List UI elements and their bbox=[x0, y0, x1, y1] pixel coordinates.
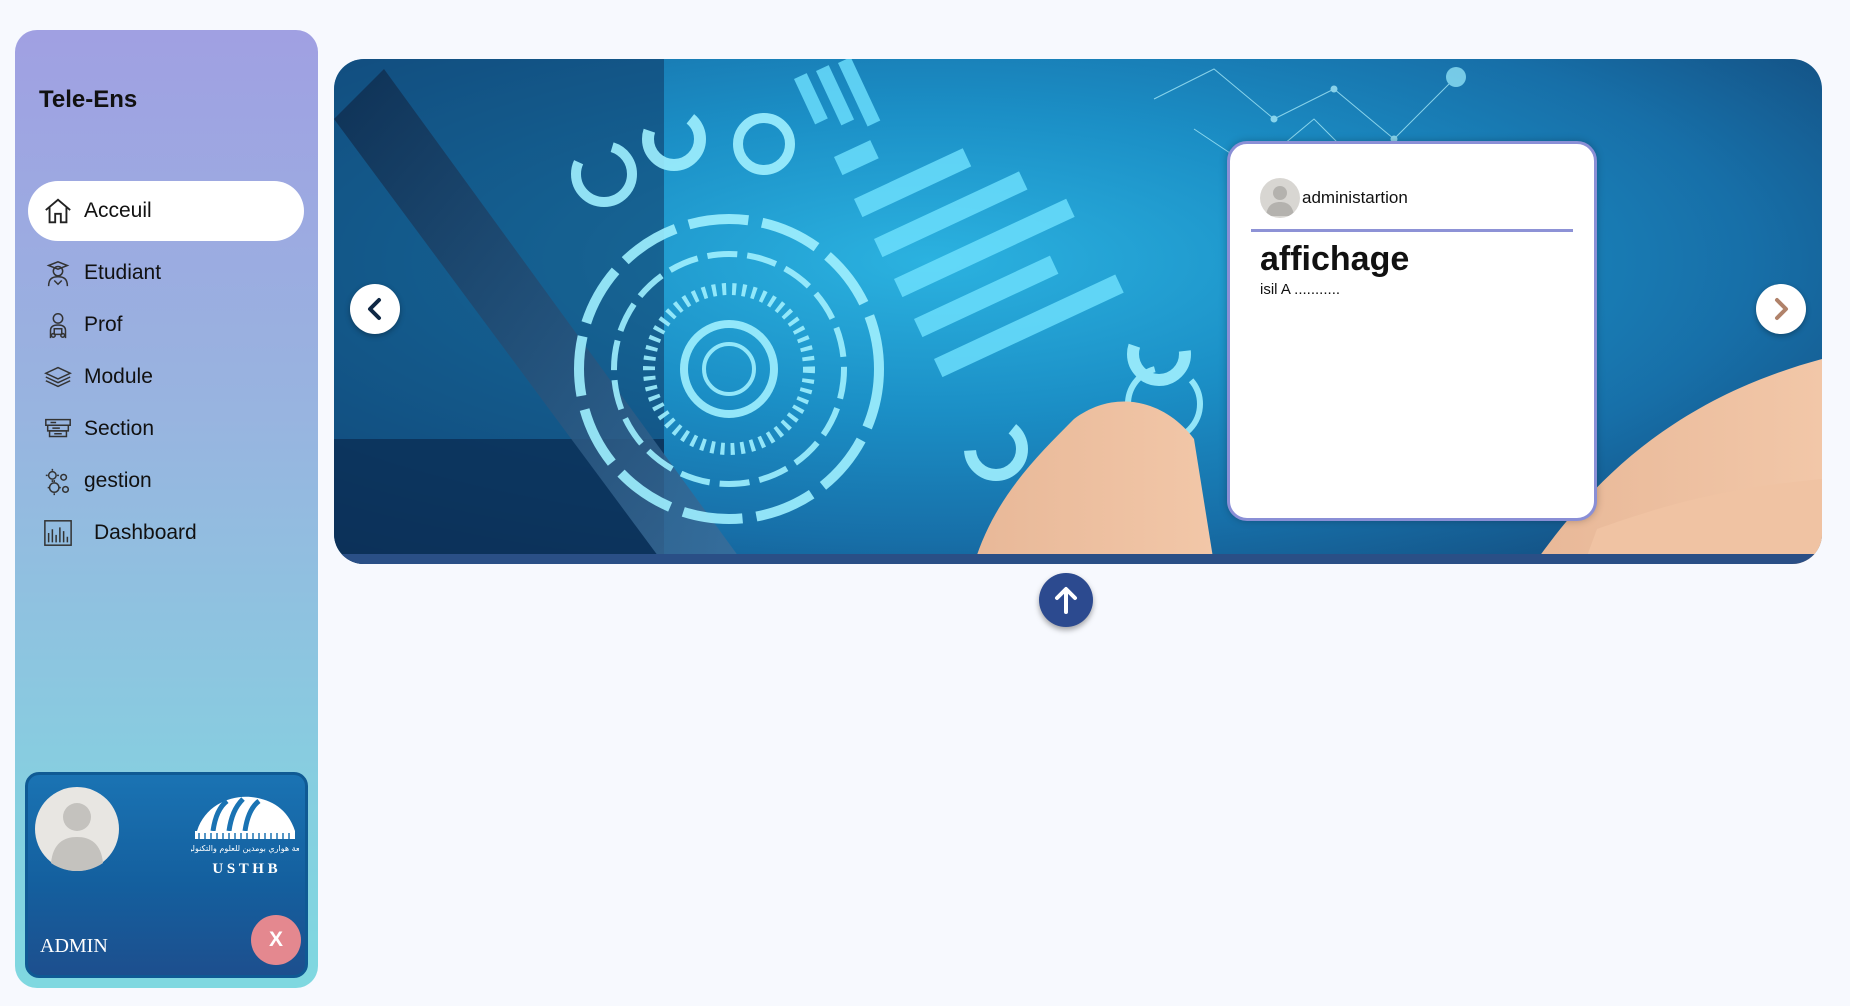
sidebar-item-gestion[interactable]: gestion bbox=[28, 451, 304, 511]
logo-text: U S T H B bbox=[212, 861, 277, 877]
sidebar-item-prof[interactable]: Prof bbox=[28, 295, 304, 355]
sidebar-item-etudiant[interactable]: Etudiant bbox=[28, 243, 304, 303]
sidebar-item-label: gestion bbox=[84, 469, 152, 492]
announcement-card[interactable]: administartion affichage isil A ........… bbox=[1227, 141, 1597, 521]
sidebar-item-module[interactable]: Module bbox=[28, 347, 304, 407]
sidebar-item-label: Etudiant bbox=[84, 261, 162, 284]
hero-background-image bbox=[334, 59, 1822, 564]
logo-arabic: جامعة هواري بومدين للعلوم والتكنولوجيا bbox=[191, 844, 299, 853]
sidebar-item-dashboard[interactable]: Dashboard bbox=[28, 503, 304, 563]
sidebar-item-label: Prof bbox=[84, 313, 123, 336]
sidebar-item-section[interactable]: Section bbox=[28, 399, 304, 459]
usthb-logo: جامعة هواري بومدين للعلوم والتكنولوجيا U… bbox=[179, 783, 305, 883]
student-icon bbox=[42, 257, 74, 289]
profile-card: جامعة هواري بومدين للعلوم والتكنولوجيا U… bbox=[25, 772, 308, 978]
chevron-right-icon bbox=[1775, 298, 1788, 320]
gears-icon bbox=[42, 465, 74, 497]
post-divider bbox=[1251, 229, 1573, 232]
layers-icon bbox=[42, 361, 74, 393]
post-author-avatar bbox=[1260, 178, 1300, 218]
chevron-left-icon bbox=[368, 298, 381, 320]
sidebar-item-acceuil[interactable]: Acceuil bbox=[28, 181, 304, 241]
carousel-next-button[interactable] bbox=[1756, 284, 1806, 334]
sidebar-item-label: Acceuil bbox=[84, 199, 152, 222]
sidebar: Tele-Ens Acceuil Etudiant Prof Module Se… bbox=[15, 30, 318, 988]
role-label: ADMIN bbox=[40, 935, 108, 957]
logout-button[interactable]: X bbox=[251, 915, 301, 965]
chart-icon bbox=[42, 517, 74, 549]
sidebar-item-label: Dashboard bbox=[94, 521, 197, 544]
app-title: Tele-Ens bbox=[39, 86, 138, 113]
hero-carousel: administartion affichage isil A ........… bbox=[334, 59, 1822, 564]
post-text: isil A ........... bbox=[1260, 281, 1341, 298]
arrow-up-icon bbox=[1055, 587, 1077, 614]
sidebar-item-label: Module bbox=[84, 365, 153, 388]
home-icon bbox=[42, 195, 74, 227]
post-author: administartion bbox=[1302, 188, 1408, 207]
teacher-icon bbox=[42, 309, 74, 341]
post-title: affichage bbox=[1260, 240, 1410, 278]
section-icon bbox=[42, 413, 74, 445]
avatar bbox=[34, 781, 120, 877]
post-header: administartion bbox=[1260, 178, 1408, 218]
scroll-top-button[interactable] bbox=[1039, 573, 1093, 627]
sidebar-item-label: Section bbox=[84, 417, 155, 440]
carousel-prev-button[interactable] bbox=[350, 284, 400, 334]
